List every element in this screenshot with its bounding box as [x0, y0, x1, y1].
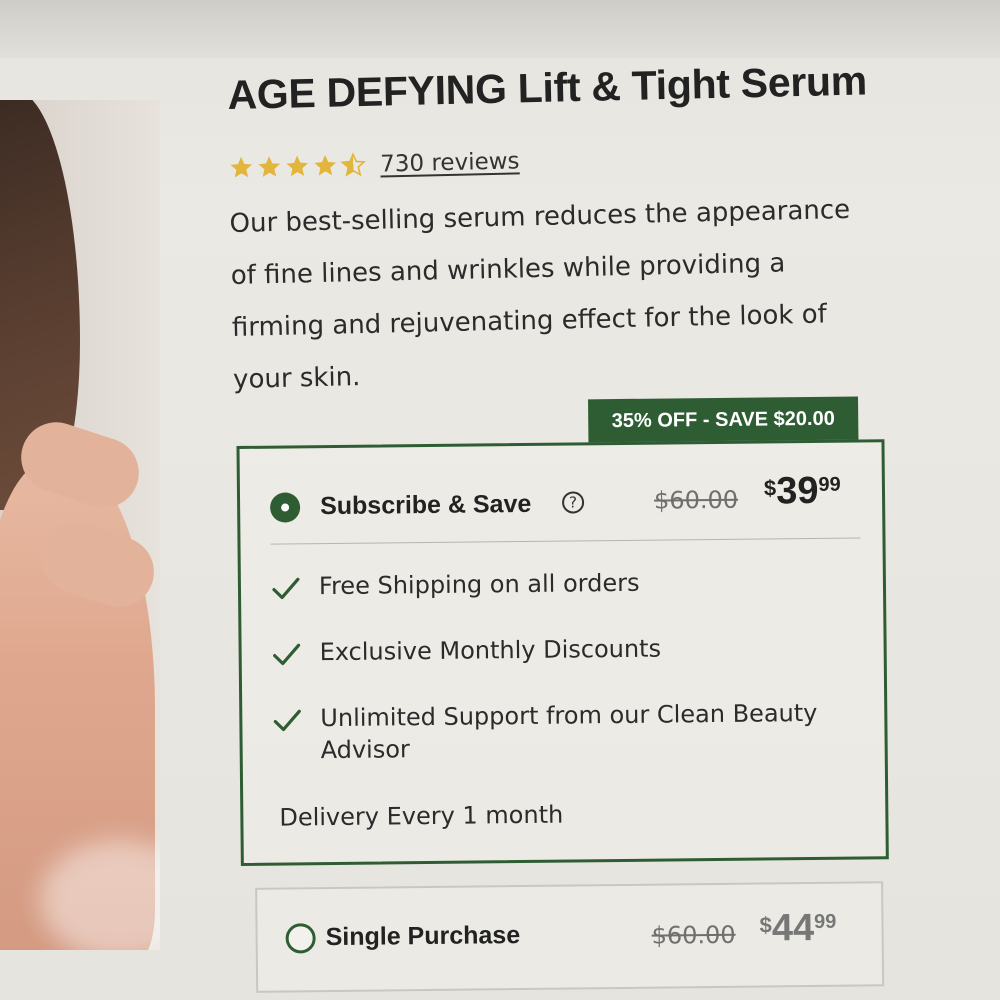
benefit-item: Unlimited Support from our Clean Beauty …	[272, 696, 863, 766]
single-price: $44 99	[759, 906, 837, 950]
benefit-text: Exclusive Monthly Discounts	[319, 634, 662, 667]
benefit-text: Unlimited Support from our Clean Beauty …	[320, 698, 818, 765]
product-image[interactable]	[0, 100, 160, 950]
single-original-price: $60.00	[651, 920, 736, 950]
subscribe-option[interactable]: Subscribe & Save ? $60.00 $39 99 Free Shi…	[236, 439, 889, 866]
benefit-item: Exclusive Monthly Discounts	[271, 630, 861, 668]
price-currency: $	[759, 912, 772, 938]
star-icon	[286, 155, 309, 177]
reviews-link[interactable]: 730 reviews	[380, 148, 520, 177]
help-icon[interactable]: ?	[561, 491, 585, 514]
discount-badge: 35% OFF - SAVE $20.00	[588, 396, 859, 444]
star-icon	[258, 156, 281, 177]
half-star-icon	[340, 152, 366, 177]
check-icon	[272, 577, 300, 600]
check-icon	[273, 643, 301, 666]
single-purchase-option[interactable]: Single Purchase $60.00 $44 99	[255, 881, 885, 993]
delivery-frequency[interactable]: Delivery Every 1 month	[279, 801, 563, 832]
rating-row: 730 reviews	[228, 148, 520, 181]
single-purchase-radio[interactable]	[285, 923, 316, 954]
subscribe-radio[interactable]	[269, 492, 301, 523]
product-title: AGE DEFYING Lift & Tight Serum	[227, 57, 868, 118]
product-description: Our best-selling serum reduces the appea…	[229, 183, 914, 406]
subscribe-label: Subscribe & Save	[319, 489, 532, 521]
purchase-options: 35% OFF - SAVE $20.00 Subscribe & Save ?…	[236, 393, 902, 1000]
benefit-list: Free Shipping on all orders Exclusive Mo…	[271, 564, 863, 766]
divider	[270, 537, 861, 545]
benefit-item: Free Shipping on all orders	[271, 564, 861, 602]
product-page: AGE DEFYING Lift & Tight Serum 730 revie…	[0, 0, 1000, 1000]
subscribe-price: $39 99	[763, 469, 841, 513]
single-purchase-label: Single Purchase	[325, 921, 521, 952]
check-icon	[273, 709, 301, 732]
price-cents: 99	[818, 473, 841, 496]
star-icon	[230, 156, 253, 178]
price-dollars: 39	[776, 469, 819, 513]
subscribe-original-price: $60.00	[653, 485, 739, 515]
price-currency: $	[763, 475, 777, 501]
price-cents: 99	[813, 910, 837, 933]
price-dollars: 44	[771, 906, 815, 950]
star-icon	[314, 154, 337, 176]
browser-top-edge	[0, 0, 1000, 58]
benefit-text: Free Shipping on all orders	[318, 568, 640, 601]
